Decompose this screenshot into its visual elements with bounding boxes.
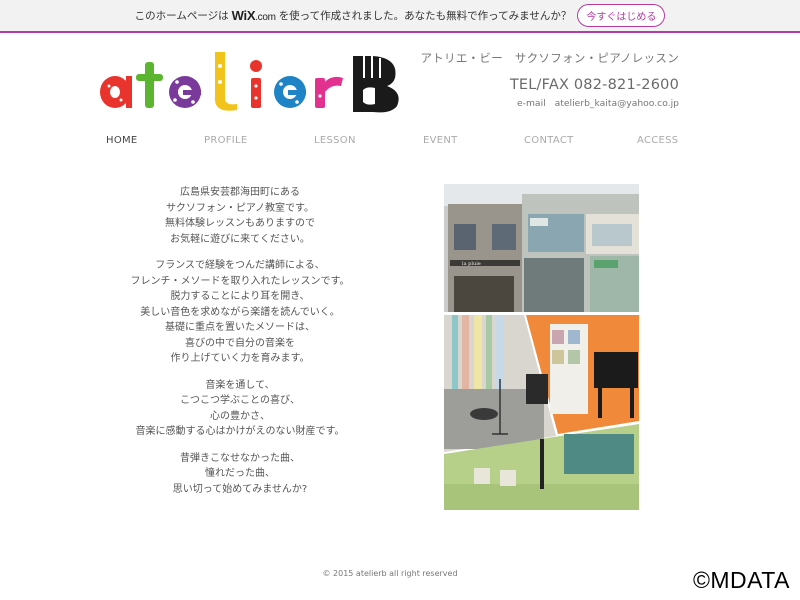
- text-line: 思い切って始めてみませんか?: [172, 483, 308, 495]
- tel-fax: TEL/FAX 082-821-2600: [509, 77, 679, 93]
- invitation-paragraph: 昔弾きこなせなかった曲、 憧れだった曲、 思い切って始めてみませんか?: [120, 451, 360, 498]
- text-line: 憧れだった曲、: [205, 468, 275, 479]
- text-line: 基礎に重点を置いたメソードは、: [165, 322, 315, 333]
- logo-letter-e-blue: [274, 76, 306, 108]
- text-line: フレンチ・メソードを取り入れたレッスンです。: [130, 275, 350, 287]
- watermark: ©MDATA: [692, 567, 790, 593]
- main-nav: HOME PROFILE LESSON EVENT CONTACT ACCESS: [84, 135, 694, 151]
- text-line: サクソフォン・ピアノ教室です。: [165, 202, 315, 214]
- intro-text: 広島県安芸郡海田町にある サクソフォン・ピアノ教室です。 無料体験レッスンもあり…: [120, 185, 360, 508]
- footer-copyright: © 2015 atelierb all right reserved: [322, 569, 458, 578]
- storefront-sign: la pluie: [462, 261, 481, 267]
- text-line: 音楽に感動する心はかけがえのない財産です。: [135, 426, 345, 437]
- logo-letter-l: [214, 52, 237, 111]
- photo-collage: la pluie: [444, 184, 639, 510]
- text-line: こつこつ学ぶことの喜び、: [180, 395, 300, 406]
- text-line: 脱力することにより耳を開き、: [170, 291, 310, 302]
- email-line: e-mail atelierb_kaita@yahoo.co.jp: [420, 98, 679, 109]
- site-logo[interactable]: [97, 46, 407, 118]
- wix-banner-message-end: を使って作成されました。あなたも無料で作ってみませんか？: [278, 10, 572, 22]
- site-subtitle: アトリエ・ビー サクソフォン・ピアノレッスン: [420, 51, 679, 65]
- logo-letter-r: [315, 76, 343, 108]
- text-line: 心の豊かさ、: [210, 410, 270, 422]
- text-line: 無料体験レッスンもありますので: [165, 218, 315, 229]
- nav-home[interactable]: HOME: [106, 135, 138, 146]
- nav-event[interactable]: EVENT: [423, 135, 458, 146]
- nav-lesson[interactable]: LESSON: [314, 135, 356, 146]
- logo-letter-e: [169, 76, 201, 108]
- email-address[interactable]: atelierb_kaita@yahoo.co.jp: [555, 98, 679, 109]
- logo-letter-b-piano: [353, 56, 399, 113]
- text-line: 音楽を通して、: [205, 379, 275, 391]
- nav-profile[interactable]: PROFILE: [204, 135, 248, 146]
- start-now-button[interactable]: 今すぐはじめる: [577, 4, 666, 27]
- email-label: e-mail: [517, 98, 546, 109]
- intro-paragraph: 広島県安芸郡海田町にある サクソフォン・ピアノ教室です。 無料体験レッスンもあり…: [120, 185, 360, 247]
- logo-letter-i: [250, 60, 262, 108]
- nav-contact[interactable]: CONTACT: [524, 135, 574, 146]
- wix-banner-message-start: このホームページは: [134, 10, 229, 22]
- text-line: 美しい音色を求めながら楽譜を読んでいく。: [140, 306, 340, 318]
- text-line: 喜びの中で自分の音楽を: [185, 337, 295, 349]
- text-line: お気軽に遊びに来てください。: [170, 233, 310, 245]
- text-line: 作り上げていく力を育みます。: [170, 353, 310, 364]
- text-line: フランスで経験をつんだ講師による、: [155, 260, 325, 271]
- method-paragraph: フランスで経験をつんだ講師による、 フレンチ・メソードを取り入れたレッスンです。…: [120, 258, 360, 367]
- logo-letter-t: [136, 62, 163, 108]
- storefront-photo: la pluie: [444, 184, 639, 312]
- nav-access[interactable]: ACCESS: [637, 135, 678, 146]
- atelierb-logo-graphic: [100, 52, 399, 113]
- wix-logo-suffix: .com: [255, 12, 276, 23]
- text-line: 昔弾きこなせなかった曲、: [180, 452, 300, 464]
- logo-letter-a: [100, 76, 132, 108]
- text-line: 広島県安芸郡海田町にある: [180, 187, 300, 198]
- wix-promo-banner: このホームページは WiX.com を使って作成されました。あなたも無料で作って…: [0, 0, 800, 33]
- music-paragraph: 音楽を通して、 こつこつ学ぶことの喜び、 心の豊かさ、 音楽に感動する心はかけが…: [120, 378, 360, 440]
- header-contact: アトリエ・ビー サクソフォン・ピアノレッスン TEL/FAX 082-821-2…: [420, 50, 679, 109]
- collage-graphic: la pluie: [444, 184, 639, 510]
- wix-logo-text: WiX: [231, 8, 256, 23]
- wix-logo: WiX.com: [232, 8, 276, 23]
